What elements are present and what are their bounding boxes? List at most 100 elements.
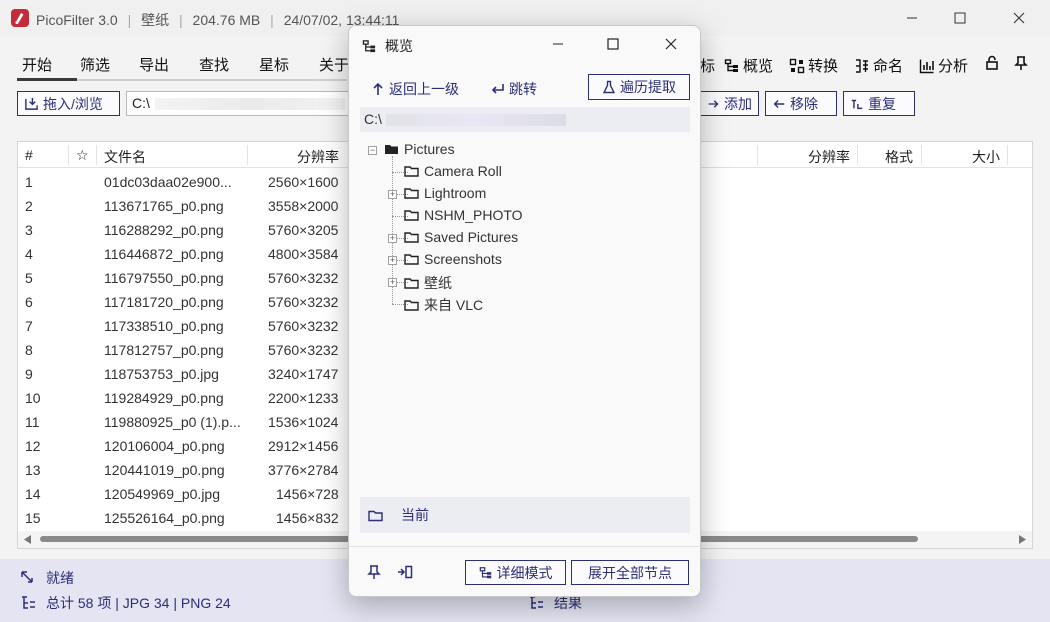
import-icon	[25, 97, 38, 110]
folder-tree[interactable]: − Pictures Camera Roll + Lightroom NSHM_…	[360, 138, 690, 493]
table-row[interactable]: 11 119880925_p0 (1).p... 1536×1024	[18, 410, 348, 434]
col-filename[interactable]: 文件名	[104, 147, 146, 167]
table-row[interactable]: 14 120549969_p0.jpg 1456×728	[18, 482, 348, 506]
row-filename: 120106004_p0.png	[104, 438, 225, 454]
tree-node[interactable]: NSHM_PHOTO	[404, 207, 523, 223]
table-row[interactable]: 10 119284929_p0.png 2200×1233	[18, 386, 348, 410]
close-icon	[1013, 12, 1025, 24]
expand-toggle[interactable]: +	[388, 256, 397, 265]
import-browse-button[interactable]: 拖入/浏览	[17, 91, 120, 116]
row-resolution: 1456×728	[276, 486, 339, 502]
ribbon-convert-button[interactable]: 转换	[789, 55, 838, 76]
folder-open-icon	[385, 145, 398, 154]
collapse-toggle[interactable]: −	[368, 146, 377, 155]
tab-export[interactable]: 导出	[139, 54, 169, 75]
tree-node[interactable]: Saved Pictures	[404, 229, 518, 245]
table-row[interactable]: 2 113671765_p0.png 3558×2000	[18, 194, 348, 218]
row-index: 5	[25, 270, 33, 286]
ribbon-convert-label: 转换	[808, 58, 839, 75]
table-row[interactable]: 13 120441019_p0.png 3776×2784	[18, 458, 348, 482]
jump-label: 跳转	[509, 81, 537, 97]
table-row[interactable]: 5 116797550_p0.png 5760×3232	[18, 266, 348, 290]
expand-all-button[interactable]: 展开全部节点	[571, 560, 689, 585]
dialog-pin-button[interactable]	[367, 564, 381, 583]
col-format[interactable]: 格式	[885, 147, 913, 167]
ribbon-overview-button[interactable]: 概览	[724, 55, 773, 76]
lock-button[interactable]	[984, 55, 1000, 71]
path-input[interactable]: C:\	[126, 91, 351, 116]
row-index: 8	[25, 342, 33, 358]
tree-node-label: Screenshots	[424, 251, 502, 267]
arrow-up-icon	[373, 82, 383, 95]
dialog-dock-button[interactable]	[397, 565, 413, 582]
tree-node[interactable]: Camera Roll	[404, 163, 502, 179]
table-row[interactable]: 9 118753753_p0.jpg 3240×1747	[18, 362, 348, 386]
col-index[interactable]: #	[25, 147, 33, 163]
tree-node[interactable]: 壁纸	[404, 273, 452, 293]
tree-node[interactable]: Screenshots	[404, 251, 502, 267]
overview-dialog: 概览 返回上一级 跳转 遍历提取 C:\ − Pictures Camera R…	[348, 25, 701, 597]
col-separator	[757, 145, 758, 165]
tab-search[interactable]: 查找	[199, 54, 229, 75]
row-filename: 116797550_p0.png	[104, 270, 224, 286]
jump-button[interactable]: 跳转	[491, 79, 537, 99]
expand-toggle[interactable]: +	[388, 278, 397, 287]
table-row[interactable]: 7 117338510_p0.png 5760×3232	[18, 314, 348, 338]
expand-toggle[interactable]: +	[388, 234, 397, 243]
close-button[interactable]	[995, 0, 1043, 36]
table-row[interactable]: 6 117181720_p0.png 5760×3232	[18, 290, 348, 314]
col-resolution[interactable]: 分辨率	[297, 147, 339, 167]
table-row[interactable]: 15 125526164_p0.png 1456×832	[18, 506, 348, 530]
pin-icon	[1014, 56, 1028, 70]
table-row[interactable]: 4 116446872_p0.png 4800×3584	[18, 242, 348, 266]
tab-filter[interactable]: 筛选	[80, 54, 110, 75]
row-resolution: 5760×3205	[268, 222, 339, 238]
table-row[interactable]: 3 116288292_p0.png 5760×3205	[18, 218, 348, 242]
dialog-close-button[interactable]	[648, 26, 694, 62]
window-title: PicoFilter 3.0 | 壁纸 | 204.76 MB | 24/07/…	[36, 10, 399, 30]
tree-node[interactable]: Lightroom	[404, 185, 486, 201]
ribbon-rename-button[interactable]: 命名	[854, 55, 903, 76]
expand-toggle[interactable]: +	[388, 190, 397, 199]
tab-start[interactable]: 开始	[22, 54, 52, 75]
tab-about[interactable]: 关于	[319, 54, 349, 75]
maximize-button[interactable]	[936, 0, 984, 36]
col-separator	[857, 145, 858, 165]
row-resolution: 5760×3232	[268, 318, 339, 334]
col-resolution-right[interactable]: 分辨率	[808, 147, 850, 167]
traverse-extract-button[interactable]: 遍历提取	[588, 74, 690, 100]
ribbon-tool-partial[interactable]: 标	[700, 55, 715, 76]
dialog-title-text: 概览	[385, 38, 413, 54]
ribbon-analyze-button[interactable]: 分析	[919, 55, 968, 76]
tree-icon	[724, 58, 738, 72]
row-filename: 113671765_p0.png	[104, 198, 224, 214]
row-index: 3	[25, 222, 33, 238]
add-button[interactable]: 添加	[700, 91, 759, 116]
dialog-minimize-button[interactable]	[535, 26, 581, 62]
scroll-right-icon	[1019, 535, 1026, 544]
row-index: 10	[25, 390, 41, 406]
minimize-button[interactable]	[888, 0, 936, 36]
col-separator	[1007, 145, 1008, 165]
close-icon	[665, 38, 677, 50]
col-star[interactable]: ☆	[76, 147, 89, 164]
dialog-maximize-button[interactable]	[590, 26, 636, 62]
list-tree-icon	[22, 596, 35, 609]
tab-star[interactable]: 星标	[259, 54, 289, 75]
remove-button[interactable]: 移除	[765, 91, 837, 116]
row-index: 9	[25, 366, 33, 382]
table-row[interactable]: 8 117812757_p0.png 5760×3232	[18, 338, 348, 362]
ribbon-overview-label: 概览	[743, 58, 774, 75]
detail-mode-button[interactable]: 详细模式	[465, 560, 566, 585]
flask-icon	[602, 80, 616, 94]
back-up-button[interactable]: 返回上一级	[371, 79, 459, 99]
tree-node[interactable]: 来自 VLC	[404, 295, 483, 315]
table-row[interactable]: 12 120106004_p0.png 2912×1456	[18, 434, 348, 458]
dialog-path-value: C:\	[364, 111, 382, 127]
col-size[interactable]: 大小	[972, 147, 1000, 167]
expand-all-label: 展开全部节点	[588, 564, 672, 581]
repeat-button[interactable]: 重复	[843, 91, 915, 116]
tree-node-root[interactable]: Pictures	[384, 141, 455, 157]
pin-button[interactable]	[1013, 55, 1029, 71]
table-row[interactable]: 1 01dc03daa02e900... 2560×1600	[18, 170, 348, 194]
